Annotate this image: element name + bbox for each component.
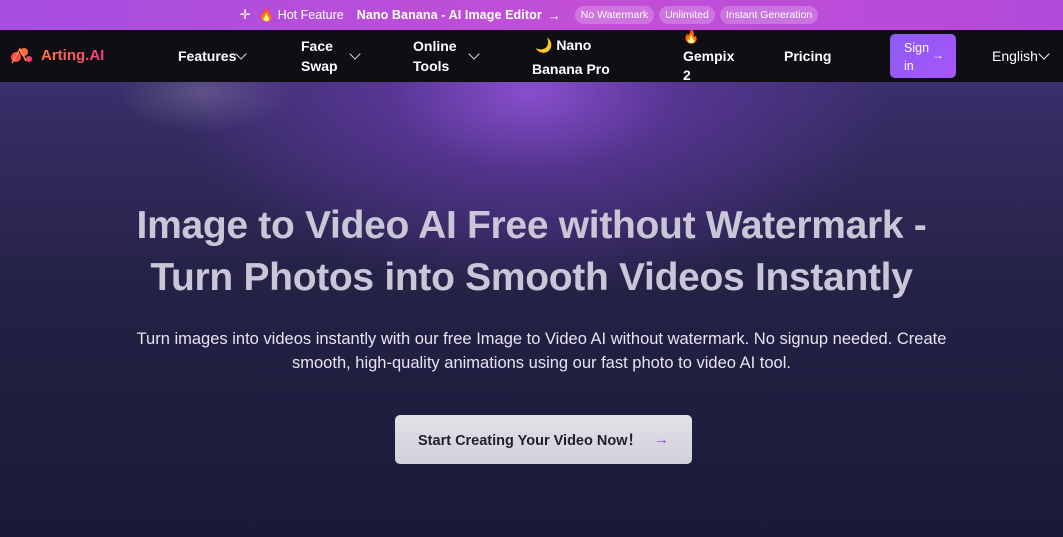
chevron-down-icon	[468, 48, 480, 60]
pill-unlimited: Unlimited	[659, 6, 715, 24]
promo-link[interactable]: Nano Banana - AI Image Editor	[357, 8, 542, 22]
nav-pricing[interactable]: Pricing	[784, 46, 831, 66]
sign-in-button[interactable]: Sign in →	[890, 34, 956, 78]
logo-text: Arting.AI	[41, 46, 105, 64]
nav-nano-label-2: Banana Pro	[532, 61, 610, 77]
arrow-right-icon: →	[932, 48, 944, 62]
chevron-down-icon	[349, 48, 361, 60]
nav-nano-label-1: 🌙 Nano	[535, 37, 592, 53]
nav-face-swap-label-2: Swap	[301, 58, 338, 74]
language-label: English	[992, 48, 1038, 64]
chevron-down-icon	[1038, 48, 1050, 60]
hero-title: Image to Video AI Free without Watermark…	[100, 200, 963, 304]
hero-subtitle: Turn images into videos instantly with o…	[120, 327, 963, 375]
sign-in-label-2: in	[904, 59, 914, 73]
nav-online-tools-label-1: Online	[413, 38, 457, 54]
promo-banner[interactable]: ✛ 🔥 Hot Feature Nano Banana - AI Image E…	[0, 0, 1063, 30]
nav-gempix-label-1: Gempix	[683, 48, 735, 64]
hero-subtitle-line-2: smooth, high-quality animations using ou…	[292, 354, 791, 372]
arrow-right-icon: →	[653, 431, 669, 448]
pill-instant-generation: Instant Generation	[719, 6, 819, 24]
arrow-right-icon: →	[547, 7, 561, 23]
hero-subtitle-line-1: Turn images into videos instantly with o…	[136, 330, 947, 348]
sparkle-icon: ✛	[239, 7, 251, 22]
hot-feature-label: 🔥 Hot Feature	[258, 7, 344, 22]
logo-icon	[11, 47, 32, 64]
nav-features-label: Features	[178, 48, 237, 64]
nav-online-tools-label-2: Tools	[413, 58, 450, 74]
hero-section: Image to Video AI Free without Watermark…	[0, 82, 1063, 537]
navbar: Arting.AI Features Face Swap Online Tool…	[0, 29, 1063, 83]
hero-title-line-2: Turn Photos into Smooth Videos Instantly	[150, 256, 913, 299]
nav-face-swap-label-1: Face	[301, 38, 333, 54]
start-creating-button[interactable]: Start Creating Your Video Now！ →	[395, 415, 692, 464]
sign-in-label-1: Sign	[904, 41, 930, 55]
pill-no-watermark: No Watermark	[574, 6, 655, 24]
cta-label: Start Creating Your Video Now！	[418, 433, 642, 449]
chevron-down-icon	[235, 48, 247, 60]
hero-title-line-1: Image to Video AI Free without Watermark…	[136, 204, 927, 247]
logo[interactable]: Arting.AI	[10, 43, 104, 67]
fire-icon: 🔥	[683, 29, 700, 44]
